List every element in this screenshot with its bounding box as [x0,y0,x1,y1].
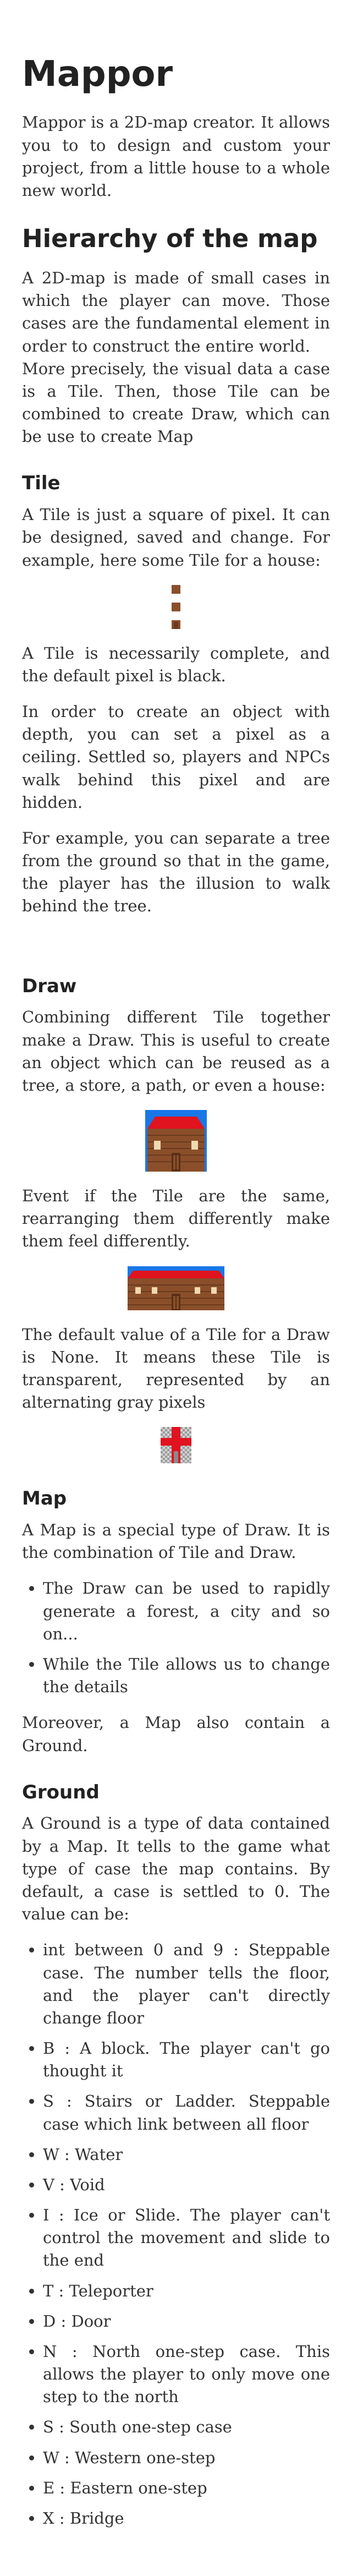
long-house-draw-image [128,1266,224,1310]
map-heading: Map [22,1487,67,1510]
roof-tile-image [172,584,180,594]
list-item: I : Ice or Slide. The player can't contr… [43,2204,330,2272]
long-house-figure [22,1266,330,1310]
tile-paragraph-4: For example, you can separate a tree fro… [22,828,330,916]
list-item: V : Void [43,2174,330,2196]
transparent-draw-image [161,1427,191,1464]
ground-paragraph-1: A Ground is a type of data contained by … [22,1814,330,1924]
list-item: The Draw can be used to rapidly generate… [43,1577,330,1645]
tile-heading: Tile [22,472,61,495]
list-item: S : South one-step case [43,2416,330,2438]
transparent-draw-figure [22,1427,330,1464]
tile-paragraph-3: In order to create an object with depth,… [22,702,330,812]
map-paragraph-1: A Map is a special type of Draw. It is t… [22,1521,330,1562]
list-item: N : North one-step case. This allows the… [43,2340,330,2409]
list-item: E : Eastern one-step [43,2477,330,2500]
list-item: B : A block. The player can't go thought… [43,2037,330,2082]
hierarchy-heading: Hierarchy of the map [22,224,318,254]
house-draw-figure [22,1110,330,1172]
list-item: T : Teleporter [43,2280,330,2302]
list-item: W : Western one-step [43,2447,330,2469]
list-item: While the Tile allows us to change the d… [43,1653,330,1698]
map-paragraph-2: Moreover, a Map also contain a Ground. [22,1713,330,1755]
draw-paragraph-2: Event if the Tile are the same, rearrang… [22,1186,330,1251]
map-bullet-list: The Draw can be used to rapidly generate… [22,1577,330,1698]
draw-paragraph-1: Combining different Tile together make a… [22,1008,330,1095]
draw-paragraph-3: The default value of a Tile for a Draw i… [22,1325,330,1412]
hierarchy-paragraph-1: A 2D-map is made of small cases in which… [22,269,330,356]
ground-heading: Ground [22,1781,100,1803]
document: Mappor Mappor is a 2D-map creator. It al… [0,0,352,2576]
page-title: Mappor [22,54,173,95]
intro-paragraph: Mappor is a 2D-map creator. It allows yo… [22,113,330,200]
door-tile-image [172,620,180,629]
list-item: X : Bridge [43,2507,330,2530]
wall-tile-image [172,602,180,611]
list-item: S : Stairs or Ladder. Steppable case whi… [43,2090,330,2135]
list-item: D : Door [43,2310,330,2333]
tile-paragraph-2: A Tile is necessarily complete, and the … [22,643,330,685]
tile-paragraph-1: A Tile is just a square of pixel. It can… [22,505,330,570]
list-item: int between 0 and 9 : Steppable case. Th… [43,1939,330,2030]
house-tiles-figure [22,584,330,629]
house-draw-image [145,1110,207,1172]
draw-heading: Draw [22,975,77,997]
list-item: W : Water [43,2143,330,2166]
hierarchy-paragraph-2: More precisely, the visual data a case i… [22,359,330,446]
ground-bullet-list: int between 0 and 9 : Steppable case. Th… [22,1939,330,2530]
